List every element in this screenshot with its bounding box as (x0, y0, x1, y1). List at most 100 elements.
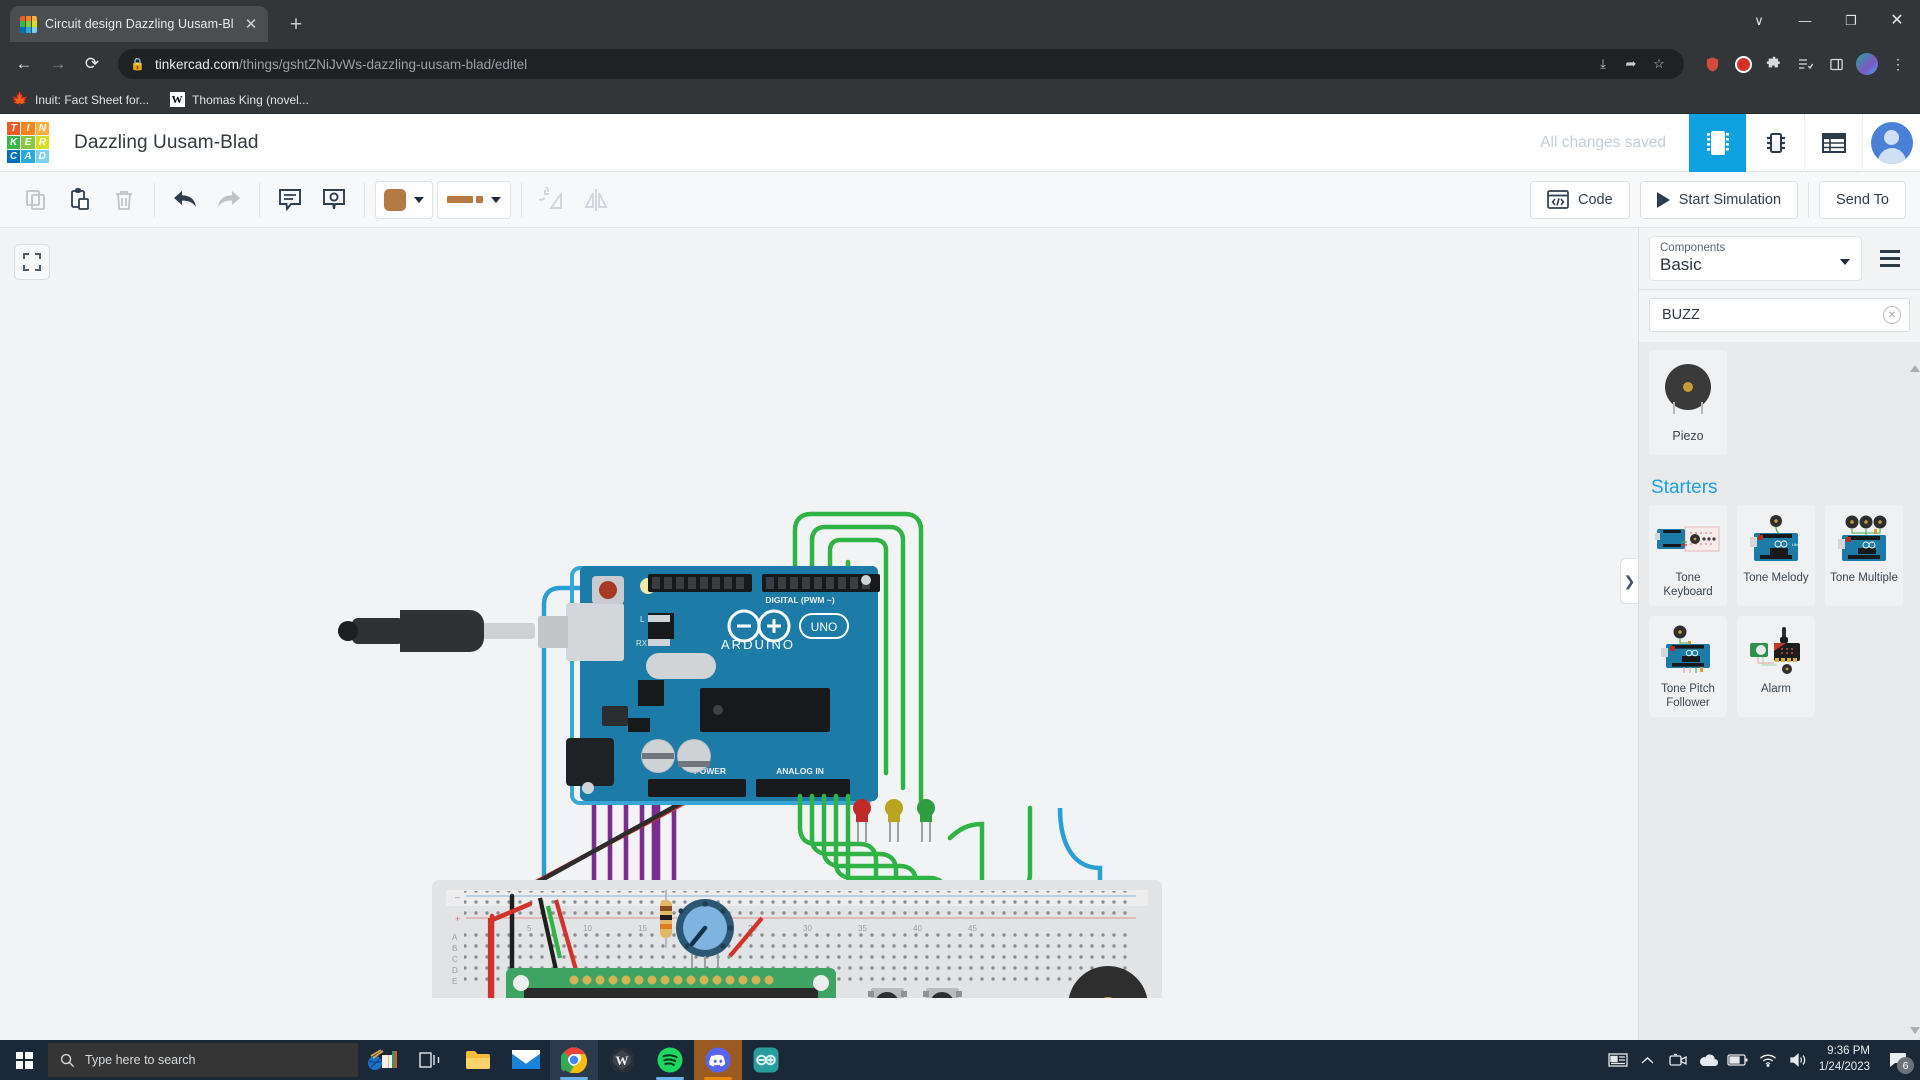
wifi-icon[interactable] (1753, 1040, 1783, 1080)
start-button[interactable] (0, 1040, 48, 1080)
taskbar-search[interactable]: Type here to search (48, 1043, 358, 1077)
close-window-button[interactable]: ✕ (1874, 0, 1920, 42)
adblock-icon[interactable] (1729, 50, 1757, 78)
clock-time: 9:36 PM (1827, 1045, 1870, 1058)
panel-header: Components Basic (1639, 228, 1920, 290)
code-button[interactable]: Code (1530, 180, 1630, 219)
paste-button[interactable] (60, 180, 100, 220)
breadboard-view-button[interactable] (1688, 113, 1746, 172)
rotate-button[interactable] (532, 180, 572, 220)
send-to-button[interactable]: Send To (1819, 180, 1906, 219)
search-input[interactable] (1662, 307, 1883, 323)
starter-card-alarm[interactable]: Alarm (1737, 615, 1815, 717)
mail-icon[interactable] (502, 1040, 550, 1080)
windows-logo-icon (15, 1051, 33, 1069)
tinkercad-logo[interactable]: T I N K E R C A D (0, 114, 56, 172)
panel-scrollbar[interactable] (1910, 348, 1920, 1034)
circuit-canvas[interactable]: POWER ANALOG IN DIGITAL (PWM ~) ARDUINO … (0, 228, 1638, 1040)
components-select-caption: Components (1660, 242, 1726, 254)
minimize-button[interactable]: — (1782, 0, 1828, 42)
starter-card-tone-melody[interactable]: UNO Tone Melody (1737, 505, 1815, 606)
breadboard-circuit-drawing: POWER ANALOG IN DIGITAL (PWM ~) ARDUINO … (338, 511, 1162, 998)
mirror-button[interactable] (576, 180, 616, 220)
chrome-icon[interactable] (550, 1040, 598, 1080)
spotify-icon[interactable] (646, 1040, 694, 1080)
discord-icon[interactable] (694, 1040, 742, 1080)
starter-card-tone-multiple[interactable]: Tone Multiple (1825, 505, 1903, 606)
wattpad-icon[interactable]: W (598, 1040, 646, 1080)
panel-results-scroll[interactable]: Piezo Starters Tone Keyboard UNO Tone Me… (1639, 342, 1920, 1040)
panel-collapse-button[interactable]: ❯ (1620, 558, 1638, 604)
task-view-icon[interactable] (406, 1040, 454, 1080)
notes-button[interactable] (270, 180, 310, 220)
document-title[interactable]: Dazzling Uusam-Blad (74, 132, 259, 154)
notification-count: 6 (1897, 1057, 1914, 1074)
search-icon (60, 1053, 75, 1068)
wire-type-picker[interactable] (437, 180, 511, 219)
list-icon (1880, 249, 1900, 268)
play-icon (1656, 191, 1670, 208)
delete-button[interactable] (104, 180, 144, 220)
reading-list-icon[interactable] (1791, 50, 1819, 78)
reload-button[interactable]: ⟳ (76, 48, 108, 80)
component-search-field[interactable]: ✕ (1649, 298, 1910, 332)
logo-tile: I (21, 121, 35, 135)
meet-now-icon[interactable] (1663, 1040, 1693, 1080)
side-panel-icon[interactable] (1822, 50, 1850, 78)
bookmark-star-icon[interactable]: ☆ (1646, 56, 1672, 72)
user-avatar[interactable] (1862, 113, 1920, 172)
knitting-book-icon[interactable] (358, 1040, 406, 1080)
wikipedia-icon: W (169, 92, 185, 107)
undo-button[interactable] (165, 180, 205, 220)
tinkercad-favicon-icon (20, 15, 37, 33)
svg-text:ANALOG IN: ANALOG IN (776, 766, 824, 776)
more-menu-icon[interactable]: ⋮ (1884, 50, 1912, 78)
extensions-puzzle-icon[interactable] (1760, 50, 1788, 78)
starter-card-tone-pitch-follower[interactable]: Tone Pitch Follower (1649, 615, 1727, 717)
file-explorer-icon[interactable] (454, 1040, 502, 1080)
address-bar[interactable]: 🔒 tinkercad.com/things/gshtZNiJvWs-dazzl… (118, 49, 1684, 79)
panel-list-view-button[interactable] (1870, 236, 1910, 281)
send-to-label: Send To (1836, 191, 1889, 208)
forward-button[interactable]: → (42, 48, 74, 80)
bookmark-item[interactable]: 🍁 Inuit: Fact Sheet for... (11, 91, 149, 108)
start-simulation-button[interactable]: Start Simulation (1639, 180, 1799, 219)
clear-search-icon[interactable]: ✕ (1883, 306, 1901, 324)
tab-strip: Circuit design Dazzling Uusam-Bl ✕ + ∨ —… (0, 0, 1920, 42)
components-category-select[interactable]: Components Basic (1649, 236, 1862, 281)
copy-button[interactable] (16, 180, 56, 220)
wire-color-picker[interactable] (375, 180, 433, 219)
profile-avatar-icon[interactable] (1853, 50, 1881, 78)
news-icon[interactable] (1603, 1040, 1633, 1080)
annotation-button[interactable] (314, 180, 354, 220)
bookmark-item[interactable]: W Thomas King (novel... (169, 92, 309, 108)
new-tab-button[interactable]: + (282, 14, 310, 35)
components-panel: Components Basic ✕ (1638, 228, 1920, 1040)
panel-search-wrap: ✕ (1639, 290, 1920, 342)
redo-button[interactable] (209, 180, 249, 220)
component-card-piezo[interactable]: Piezo (1649, 350, 1727, 455)
tab-search-chevron-icon[interactable]: ∨ (1736, 0, 1782, 42)
browser-tab[interactable]: Circuit design Dazzling Uusam-Bl ✕ (10, 6, 268, 42)
battery-icon[interactable] (1723, 1040, 1753, 1080)
share-icon[interactable]: ➦ (1618, 56, 1644, 72)
scroll-down-icon[interactable] (1910, 1027, 1920, 1034)
maximize-button[interactable]: ❐ (1828, 0, 1874, 42)
download-icon[interactable]: ⤓ (1590, 56, 1616, 72)
back-button[interactable]: ← (8, 48, 40, 80)
system-tray: 9:36 PM 1/24/2023 6 (1603, 1040, 1920, 1080)
taskbar-clock[interactable]: 9:36 PM 1/24/2023 (1813, 1044, 1880, 1075)
show-hidden-icons-chevron[interactable] (1633, 1040, 1663, 1080)
component-name: Piezo (1672, 429, 1704, 443)
tone-pitch-follower-thumbnail-icon (1654, 624, 1722, 676)
onedrive-icon[interactable] (1693, 1040, 1723, 1080)
volume-icon[interactable] (1783, 1040, 1813, 1080)
scroll-up-icon[interactable] (1910, 348, 1920, 372)
bitwarden-shield-icon[interactable] (1698, 50, 1726, 78)
notification-center-button[interactable]: 6 (1880, 1040, 1916, 1080)
schematic-view-button[interactable] (1746, 113, 1804, 172)
tab-close-icon[interactable]: ✕ (242, 15, 260, 33)
list-view-button[interactable] (1804, 113, 1862, 172)
starter-card-tone-keyboard[interactable]: Tone Keyboard (1649, 505, 1727, 606)
arduino-icon[interactable] (742, 1040, 790, 1080)
